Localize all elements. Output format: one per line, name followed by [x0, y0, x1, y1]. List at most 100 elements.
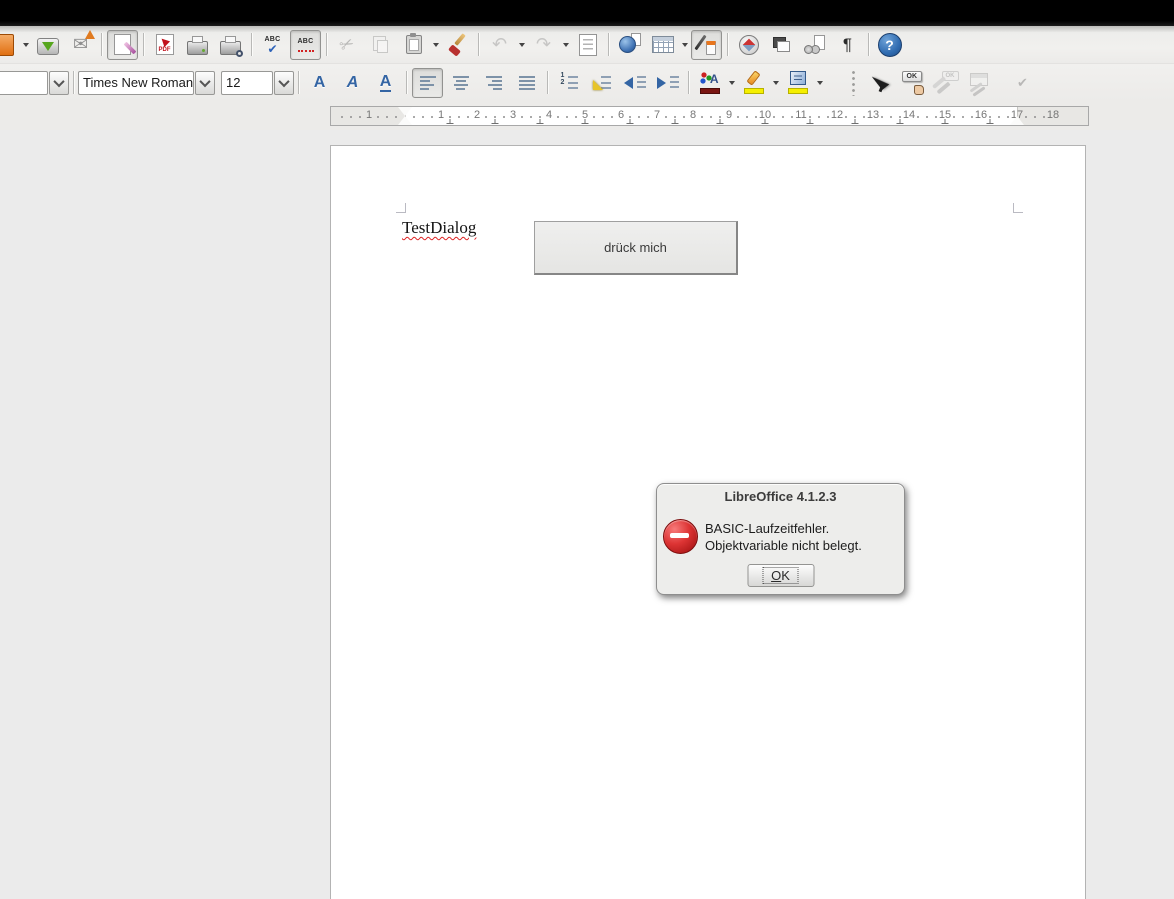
font-size-combobox[interactable]: 12 — [221, 71, 273, 95]
export-pdf-icon — [156, 34, 174, 55]
increase-indent-icon — [656, 71, 680, 95]
highlight-color-dropdown[interactable] — [770, 68, 781, 98]
format-paintbrush-button[interactable] — [442, 30, 473, 60]
ok-button[interactable]: OK — [747, 564, 814, 587]
paragraph-style-dropdown[interactable] — [49, 71, 69, 95]
redo-dropdown[interactable] — [560, 30, 571, 60]
print-button[interactable] — [182, 30, 213, 60]
insert-formatted-field-button — [1083, 68, 1114, 98]
toolbar-separator — [688, 71, 689, 94]
underline-button[interactable] — [370, 68, 401, 98]
insert-text-box-group — [1049, 68, 1082, 98]
font-name-combobox[interactable]: Times New Roman — [78, 71, 194, 95]
formatting-marks-button[interactable] — [832, 30, 863, 60]
draw-functions-button[interactable] — [691, 30, 722, 60]
ruler-number: 12 — [831, 109, 843, 121]
send-email-button[interactable] — [65, 30, 96, 60]
ruler-tick — [701, 116, 703, 118]
ruler-number: 16 — [975, 109, 987, 121]
italic-button[interactable] — [337, 68, 368, 98]
text-boundary-corner-left — [396, 203, 406, 213]
undo-icon — [488, 33, 512, 57]
page-preview-button[interactable] — [572, 30, 603, 60]
paste-dropdown[interactable] — [430, 30, 441, 60]
document-text[interactable]: TestDialog — [402, 218, 476, 238]
toolbar-separator — [478, 33, 479, 56]
hyperlink-button[interactable] — [614, 30, 645, 60]
align-left-button[interactable] — [412, 68, 443, 98]
help-button[interactable] — [874, 30, 905, 60]
insert-table-button[interactable] — [647, 30, 678, 60]
edit-file-group — [106, 30, 139, 60]
numbered-list-group — [552, 68, 585, 98]
paragraph-background-group — [781, 68, 825, 98]
justify-icon — [519, 76, 535, 90]
edit-file-button[interactable] — [107, 30, 138, 60]
increase-indent-button[interactable] — [652, 68, 683, 98]
font-color-dropdown[interactable] — [726, 68, 737, 98]
font-color-group — [693, 68, 737, 98]
navigator-button[interactable] — [733, 30, 764, 60]
form-properties-icon — [968, 71, 992, 95]
spellcheck-button[interactable] — [257, 30, 288, 60]
chevron-down-icon — [53, 75, 64, 86]
insert-table-dropdown[interactable] — [679, 30, 690, 60]
ruler-tick — [359, 116, 361, 118]
paste-button[interactable] — [398, 30, 429, 60]
data-sources-button[interactable] — [799, 30, 830, 60]
data-sources-icon — [803, 33, 827, 57]
push-button-control-button[interactable] — [898, 68, 929, 98]
numbered-list-button[interactable] — [553, 68, 584, 98]
justify-button[interactable] — [511, 68, 542, 98]
insert-checkbox-button — [1007, 68, 1038, 98]
ruler-number: 9 — [726, 109, 732, 121]
caret-down-icon — [729, 81, 735, 85]
font-color-button[interactable] — [694, 68, 725, 98]
toolbar-grip-handle[interactable] — [851, 70, 858, 96]
font-name-dropdown[interactable] — [195, 71, 215, 95]
dialog-title[interactable]: LibreOffice 4.1.2.3 — [657, 484, 904, 508]
save-button[interactable] — [32, 30, 63, 60]
highlight-color-button[interactable] — [738, 68, 769, 98]
ruler-number: 13 — [867, 109, 879, 121]
font-name-value: Times New Roman — [83, 75, 193, 90]
insert-formatted-field-icon — [1087, 71, 1111, 95]
insert-button-button — [1126, 68, 1157, 98]
bullet-list-button[interactable] — [586, 68, 617, 98]
align-right-button[interactable] — [478, 68, 509, 98]
align-center-button[interactable] — [445, 68, 476, 98]
navigator-group — [732, 30, 765, 60]
font-size-dropdown[interactable] — [274, 71, 294, 95]
print-preview-button[interactable] — [215, 30, 246, 60]
draw-functions-icon — [695, 33, 719, 57]
gallery-button[interactable] — [766, 30, 797, 60]
ruler-tick — [1034, 116, 1036, 118]
format-paintbrush-icon — [446, 33, 470, 57]
ruler-tick — [890, 116, 892, 118]
new-document-button[interactable] — [0, 30, 19, 60]
decrease-indent-button[interactable] — [619, 68, 650, 98]
toolbar-separator — [326, 33, 327, 56]
select-pointer-button[interactable] — [865, 68, 896, 98]
export-pdf-button[interactable] — [149, 30, 180, 60]
bold-button[interactable] — [304, 68, 335, 98]
ruler-tick — [386, 116, 388, 118]
increase-indent-group — [651, 68, 684, 98]
new-document-dropdown[interactable] — [20, 30, 31, 60]
draw-functions-group — [690, 30, 723, 60]
paragraph-background-icon — [786, 71, 810, 95]
drueck-mich-button[interactable]: drück mich — [534, 221, 738, 275]
paragraph-background-button[interactable] — [782, 68, 813, 98]
insert-table-icon — [652, 36, 674, 53]
undo-dropdown[interactable] — [516, 30, 527, 60]
paragraph-style-combobox[interactable] — [0, 71, 48, 95]
bold-icon — [308, 71, 332, 95]
horizontal-ruler[interactable]: 1123456789101112131415161718 — [330, 106, 1089, 126]
auto-spellcheck-button[interactable] — [290, 30, 321, 60]
application-window: Times New Roman12 1123456789101112131415… — [0, 0, 1174, 899]
underline-icon — [374, 71, 398, 95]
ruler-tabstop-mark — [987, 118, 994, 124]
paragraph-background-dropdown[interactable] — [814, 68, 825, 98]
caret-down-icon — [23, 43, 29, 47]
ruler-tabstop-mark — [852, 118, 859, 124]
